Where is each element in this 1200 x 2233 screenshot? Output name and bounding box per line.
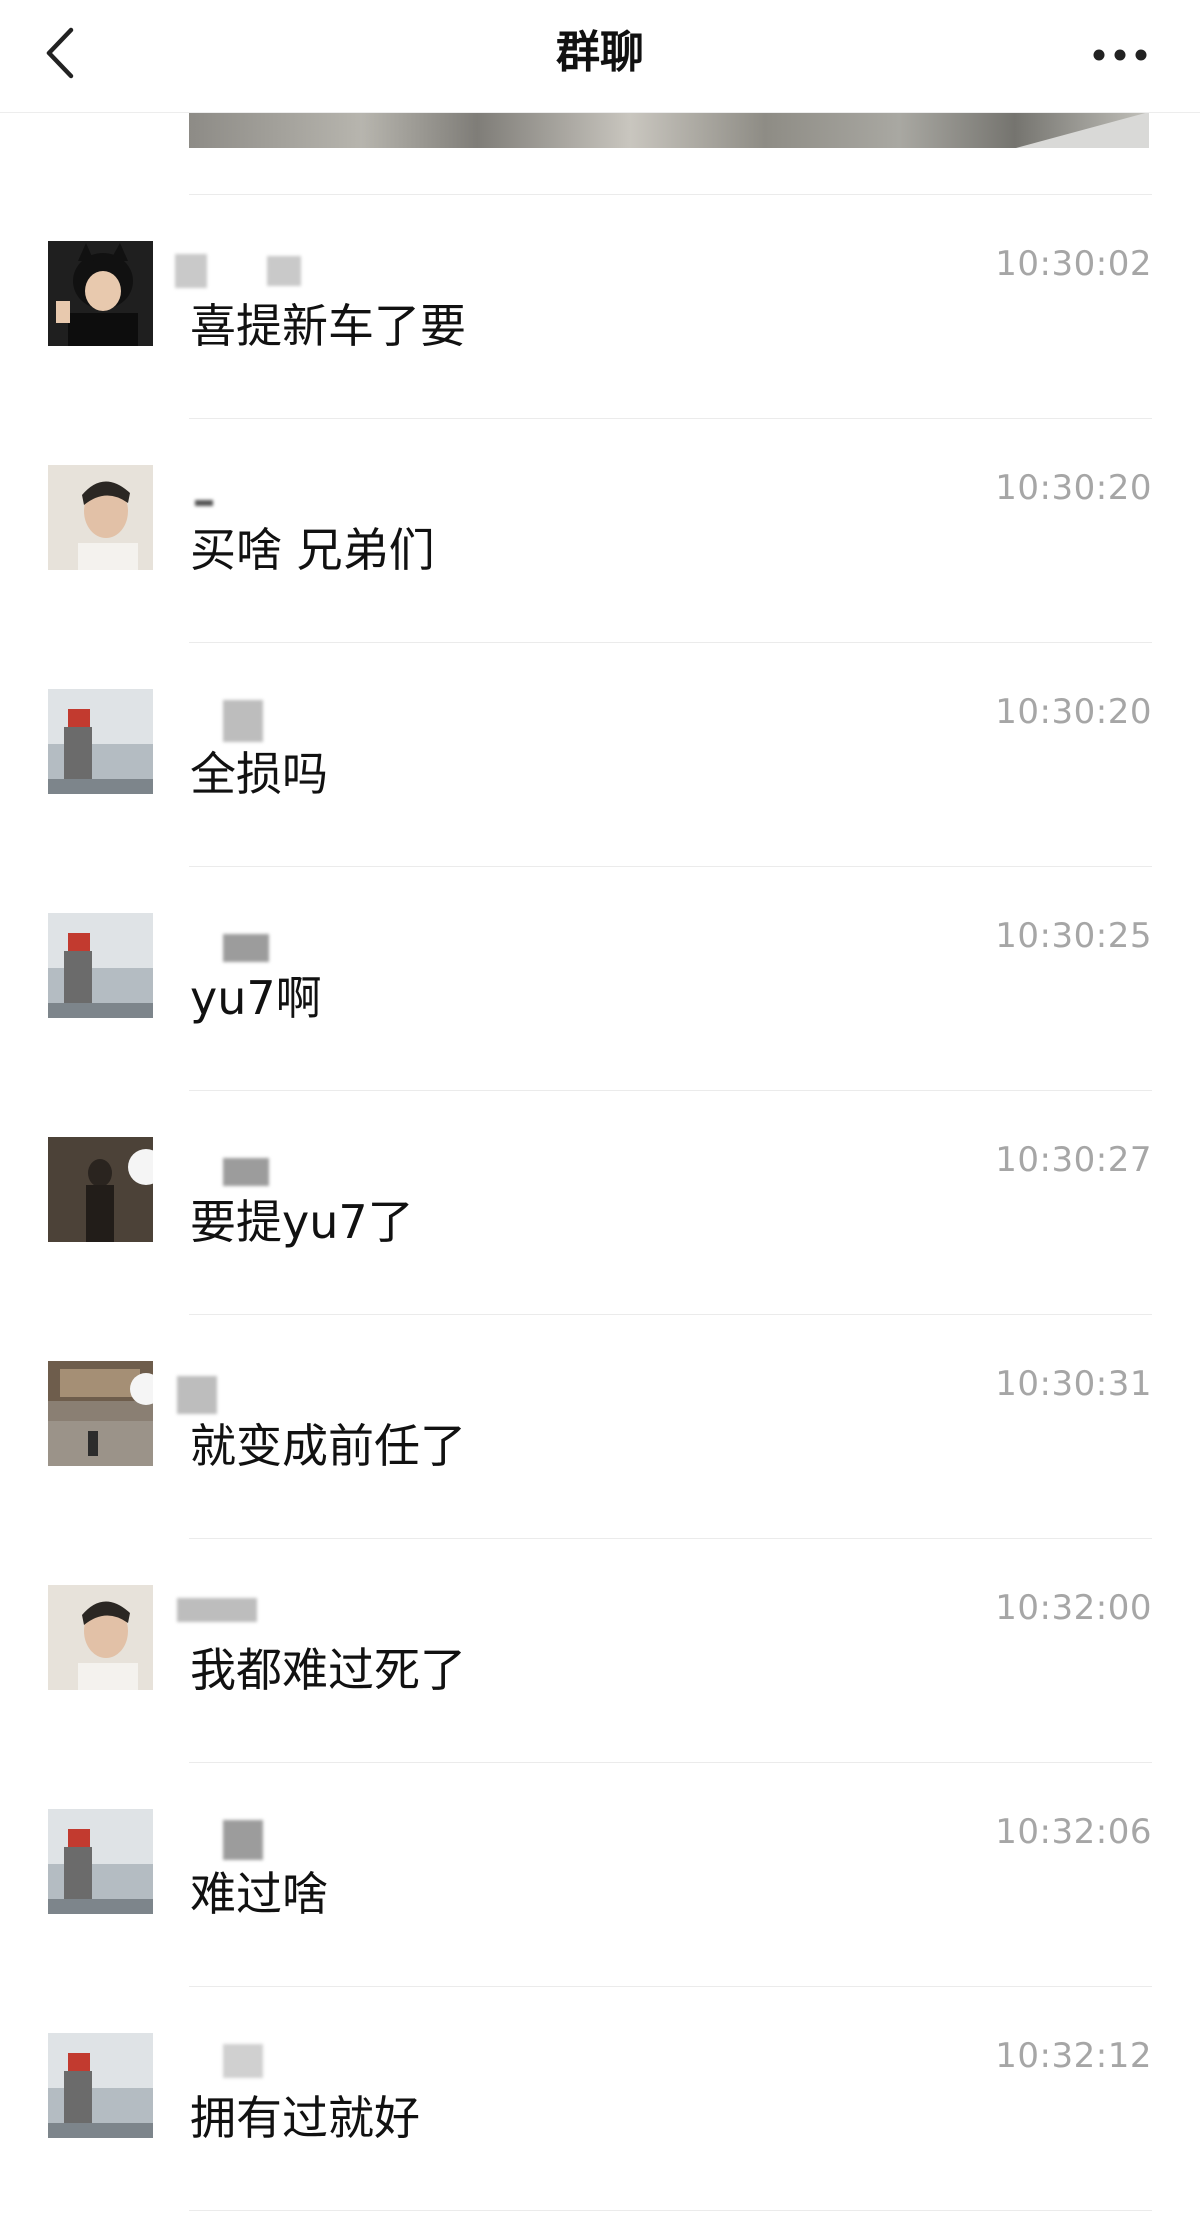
message-text: yu7啊 (190, 971, 322, 1025)
page-title: 群聊 (556, 27, 644, 78)
sender-name-redacted (175, 1588, 335, 1638)
avatar-image-icon (48, 1809, 153, 1914)
avatar-image-icon (48, 2033, 153, 2138)
avatar[interactable] (48, 1809, 153, 1914)
avatar-image-icon (48, 1585, 153, 1690)
message-time: 10:30:20 (995, 468, 1152, 508)
message-text: 拥有过就好 (190, 2091, 420, 2145)
message-item[interactable]: 10:32:00 我都难过死了 (0, 1538, 1200, 1762)
sender-name-redacted (175, 1140, 335, 1190)
sender-name-redacted (175, 1364, 335, 1414)
shared-photo-bottom[interactable] (189, 112, 1149, 148)
avatar[interactable] (48, 2033, 153, 2138)
avatar-image-icon (48, 465, 153, 570)
message-time: 10:30:20 (995, 692, 1152, 732)
more-button[interactable] (1080, 20, 1160, 90)
message-text: 我都难过死了 (190, 1643, 466, 1697)
message-time: 10:30:27 (995, 1140, 1152, 1180)
message-item[interactable]: 10:30:27 要提yu7了 (0, 1090, 1200, 1314)
avatar-image-icon (48, 1137, 153, 1242)
avatar[interactable] (48, 465, 153, 570)
message-time: 10:30:31 (995, 1364, 1152, 1404)
message-item[interactable]: 10:30:31 就变成前任了 (0, 1314, 1200, 1538)
avatar-image-icon (48, 913, 153, 1018)
sender-name-redacted (175, 1812, 335, 1862)
avatar[interactable] (48, 1361, 153, 1466)
avatar-image-icon (48, 689, 153, 794)
message-item[interactable]: 10:32:06 难过啥 (0, 1762, 1200, 1986)
avatar[interactable] (48, 689, 153, 794)
message-time: 10:32:06 (995, 1812, 1152, 1852)
message-item[interactable]: 10:30:20 全损吗 (0, 642, 1200, 866)
sender-name-redacted (175, 692, 335, 742)
message-time: 10:32:12 (995, 2036, 1152, 2076)
sender-name-redacted (175, 916, 335, 966)
message-item[interactable]: 10:30:20 买啥 兄弟们 (0, 418, 1200, 642)
message-item[interactable]: 10:32:12 拥有过就好 (0, 1986, 1200, 2210)
message-time: 10:30:25 (995, 916, 1152, 956)
message-item[interactable]: 10:30:02 喜提新车了要 (0, 194, 1200, 418)
message-time: 10:30:02 (995, 244, 1152, 284)
sender-name-redacted (175, 468, 335, 518)
message-item[interactable]: 10:30:25 yu7啊 (0, 866, 1200, 1090)
message-text: 就变成前任了 (190, 1419, 466, 1473)
avatar[interactable] (48, 913, 153, 1018)
message-text: 难过啥 (190, 1867, 328, 1921)
message-text: 全损吗 (190, 747, 328, 801)
message-time: 10:32:00 (995, 1588, 1152, 1628)
sender-name-redacted (175, 2036, 335, 2086)
top-bar: 群聊 (0, 0, 1200, 113)
avatar[interactable] (48, 1137, 153, 1242)
avatar-image-icon (48, 1361, 153, 1466)
avatar[interactable] (48, 1585, 153, 1690)
more-dots-icon (1093, 49, 1147, 61)
message-text: 买啥 兄弟们 (190, 523, 435, 577)
avatar-image-icon (48, 241, 153, 346)
divider (189, 2210, 1152, 2211)
message-text: 要提yu7了 (190, 1195, 414, 1249)
avatar[interactable] (48, 241, 153, 346)
message-text: 喜提新车了要 (190, 299, 466, 353)
sender-name-redacted (175, 244, 335, 294)
